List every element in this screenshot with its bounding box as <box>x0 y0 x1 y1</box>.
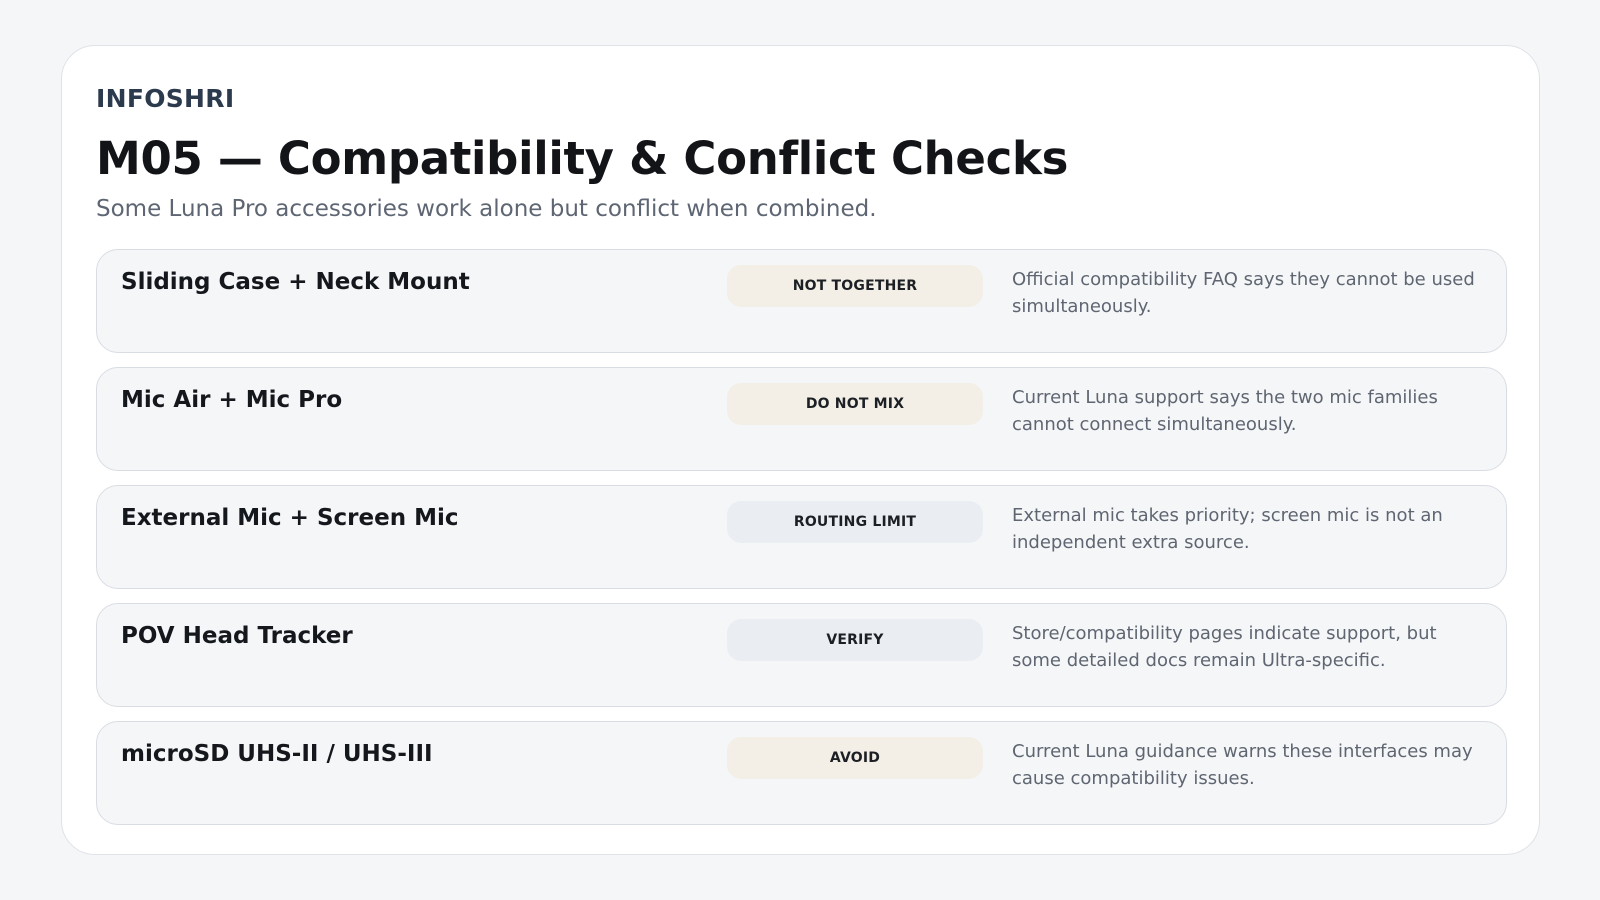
brand-label: INFOSHRI <box>96 84 235 113</box>
conflict-row: POV Head Tracker VERIFY Store/compatibil… <box>96 603 1507 707</box>
conflict-list: Sliding Case + Neck Mount NOT TOGETHER O… <box>96 249 1507 839</box>
conflict-row: microSD UHS-II / UHS-III AVOID Current L… <box>96 721 1507 825</box>
status-badge: DO NOT MIX <box>727 383 983 425</box>
conflict-row: Mic Air + Mic Pro DO NOT MIX Current Lun… <box>96 367 1507 471</box>
conflict-description: External mic takes priority; screen mic … <box>1012 505 1443 553</box>
conflict-description: Current Luna guidance warns these interf… <box>1012 741 1473 789</box>
conflict-name: Mic Air + Mic Pro <box>121 387 343 413</box>
status-badge: ROUTING LIMIT <box>727 501 983 543</box>
conflict-row: External Mic + Screen Mic ROUTING LIMIT … <box>96 485 1507 589</box>
conflict-description: Current Luna support says the two mic fa… <box>1012 387 1438 435</box>
page-title: M05 — Compatibility & Conflict Checks <box>96 132 1069 185</box>
content-card: INFOSHRI M05 — Compatibility & Conflict … <box>61 45 1540 855</box>
page-subtitle: Some Luna Pro accessories work alone but… <box>96 196 877 222</box>
conflict-name: microSD UHS-II / UHS-III <box>121 741 433 767</box>
conflict-name: Sliding Case + Neck Mount <box>121 269 470 295</box>
status-badge: NOT TOGETHER <box>727 265 983 307</box>
status-badge: AVOID <box>727 737 983 779</box>
conflict-name: External Mic + Screen Mic <box>121 505 459 531</box>
conflict-description: Official compatibility FAQ says they can… <box>1012 269 1475 317</box>
conflict-description: Store/compatibility pages indicate suppo… <box>1012 623 1437 671</box>
conflict-name: POV Head Tracker <box>121 623 353 649</box>
conflict-row: Sliding Case + Neck Mount NOT TOGETHER O… <box>96 249 1507 353</box>
status-badge: VERIFY <box>727 619 983 661</box>
